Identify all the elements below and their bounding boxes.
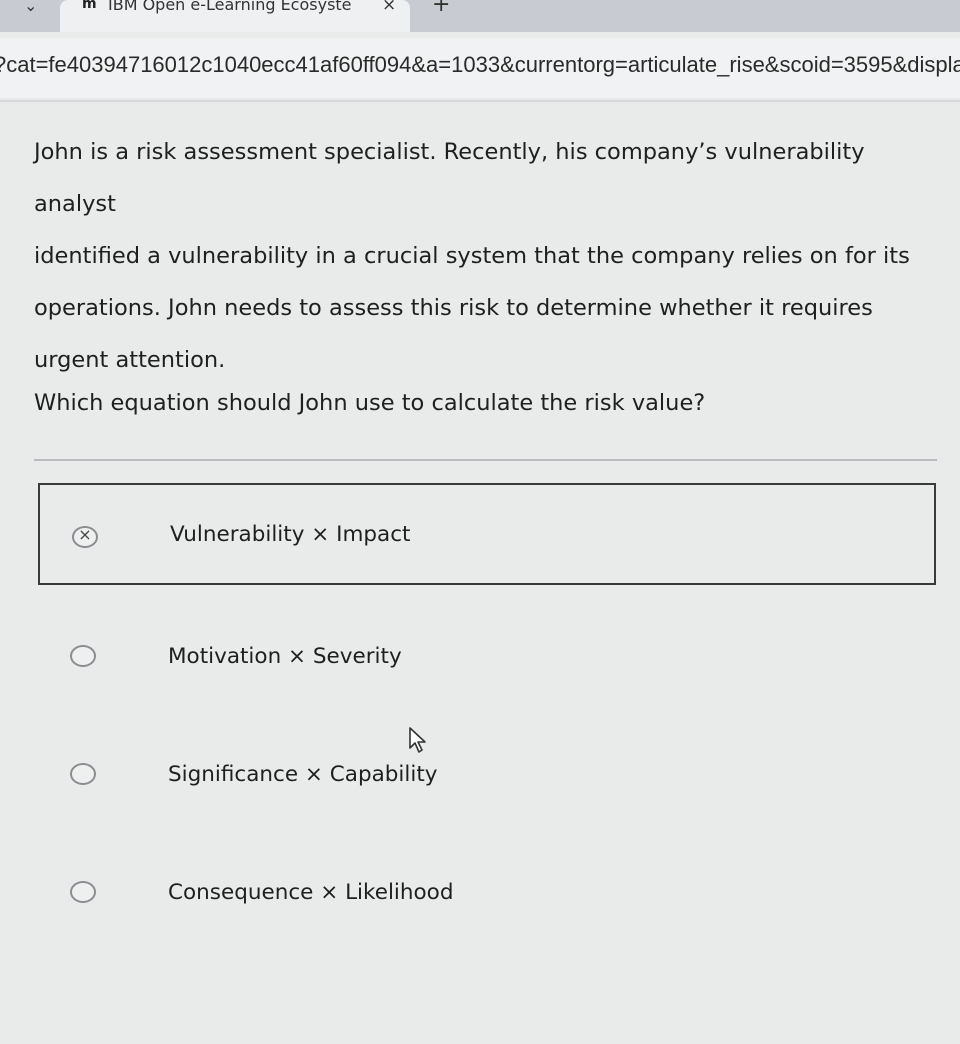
radio-button-icon[interactable]	[70, 881, 96, 903]
radio-button-icon[interactable]	[70, 763, 96, 785]
scenario-line: urgent attention.	[34, 347, 226, 373]
answer-option-4[interactable]: Consequence × Likelihood	[38, 838, 936, 940]
answer-option-label: Motivation × Severity	[168, 644, 402, 669]
answer-option-1[interactable]: × Vulnerability × Impact	[38, 483, 936, 585]
x-mark-icon: ×	[78, 525, 92, 544]
scenario-text: John is a risk assessment specialist. Re…	[34, 126, 949, 386]
answer-option-label: Significance × Capability	[168, 762, 438, 787]
tab-list-chevron-icon[interactable]: ⌄	[24, 0, 37, 15]
tab-title: IBM Open e-Learning Ecosyste	[108, 0, 352, 14]
scenario-line: operations. John needs to assess this ri…	[34, 295, 873, 321]
scenario-line: John is a risk assessment specialist. Re…	[34, 139, 865, 217]
ibm-favicon-icon: m	[82, 0, 97, 12]
address-bar[interactable]: ?cat=fe40394716012c1040ecc41af60ff094&a=…	[0, 38, 960, 98]
question-prompt: Which equation should John use to calcul…	[34, 390, 706, 416]
browser-tab[interactable]: m IBM Open e-Learning Ecosyste ×	[60, 0, 410, 32]
browser-tab-bar: ⌄ m IBM Open e-Learning Ecosyste × +	[0, 0, 960, 32]
question-divider	[34, 459, 937, 461]
answer-option-label: Vulnerability × Impact	[170, 522, 411, 547]
answer-option-label: Consequence × Likelihood	[168, 880, 454, 905]
lesson-content: John is a risk assessment specialist. Re…	[0, 102, 960, 1044]
new-tab-button[interactable]: +	[432, 0, 450, 17]
radio-x-icon[interactable]: ×	[72, 525, 98, 548]
tab-close-icon[interactable]: ×	[382, 0, 396, 15]
answer-option-2[interactable]: Motivation × Severity	[38, 602, 936, 704]
radio-button-icon[interactable]	[70, 645, 96, 667]
mouse-cursor-icon	[409, 727, 426, 753]
url-text[interactable]: ?cat=fe40394716012c1040ecc41af60ff094&a=…	[0, 52, 960, 78]
scenario-line: identified a vulnerability in a crucial …	[34, 243, 910, 269]
answer-option-3[interactable]: Significance × Capability	[38, 720, 936, 822]
